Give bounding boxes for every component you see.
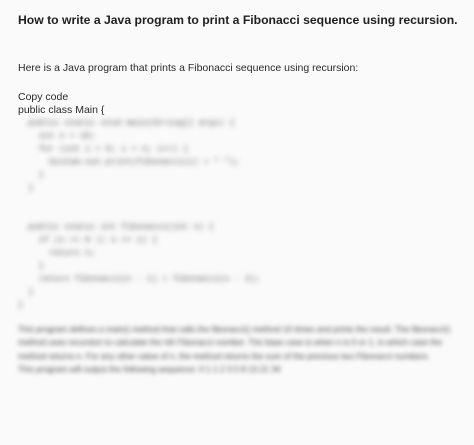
answer-intro: Here is a Java program that prints a Fib… bbox=[18, 62, 359, 74]
answer-explanation-block: This program defines a main() method tha… bbox=[18, 323, 458, 377]
code-line: return fibonacci(n - 1) + fibonacci(n - … bbox=[18, 274, 261, 284]
code-line: } bbox=[18, 170, 44, 180]
answer-output-line: This program will output the following s… bbox=[18, 364, 281, 375]
code-line: System.out.print(fibonacci(i) + " "); bbox=[18, 157, 240, 167]
code-first-line: public class Main { bbox=[18, 104, 105, 116]
answer-explanation: This program defines a main() method tha… bbox=[18, 324, 451, 361]
code-line: } bbox=[18, 300, 24, 310]
question-title: How to write a Java program to print a F… bbox=[18, 13, 458, 27]
code-line: } bbox=[18, 261, 44, 271]
code-line: public static void main(String[] args) { bbox=[18, 118, 235, 128]
page: How to write a Java program to print a F… bbox=[0, 0, 474, 445]
code-line: return n; bbox=[18, 248, 96, 258]
code-line: int n = 10; bbox=[18, 131, 96, 141]
code-line: public static int fibonacci(int n) { bbox=[18, 222, 214, 232]
copy-code-button[interactable]: Copy code bbox=[18, 91, 68, 103]
code-line: if (n == 0 || n == 1) { bbox=[18, 235, 158, 245]
code-line: for (int i = 0; i < n; i++) { bbox=[18, 144, 189, 154]
code-block: public static void main(String[] args) {… bbox=[18, 117, 458, 312]
code-line: } bbox=[18, 183, 34, 193]
code-line: } bbox=[18, 287, 34, 297]
